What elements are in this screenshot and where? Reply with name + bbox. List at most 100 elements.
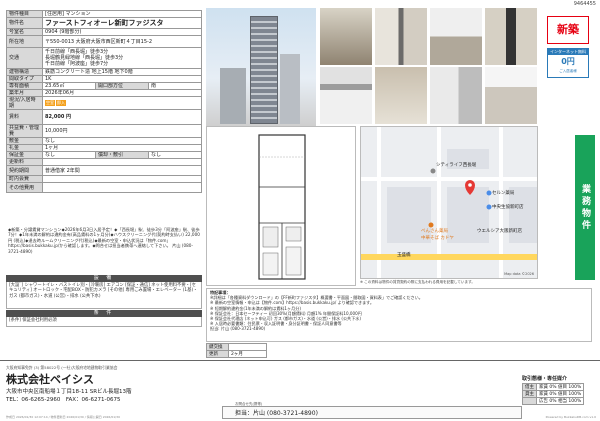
built-label: 築年月 bbox=[6, 89, 43, 97]
map-label: ウエルシア大阪新町店 bbox=[477, 229, 522, 234]
toilet-photo[interactable] bbox=[485, 67, 537, 124]
traffic-label: 交通 bbox=[6, 47, 43, 69]
contract-value: 普通借家 2年間 bbox=[42, 165, 202, 176]
washroom-photo[interactable] bbox=[485, 8, 537, 65]
small-fee-table: 鍵交換 更新 2ヶ月 bbox=[206, 343, 267, 358]
contact-value: 担当：片山 (080-3721-4890) bbox=[235, 410, 318, 417]
company-phone: TEL：06-6265-2960 FAX：06-6271-0675 bbox=[6, 397, 121, 403]
amortize-value: なし bbox=[148, 151, 202, 159]
map-label: 中華そば カドヤ bbox=[421, 236, 454, 241]
guarantee-value: なし bbox=[42, 151, 96, 159]
sm-key: 鍵交換 bbox=[206, 343, 229, 351]
town-fee-label: 町内会費 bbox=[6, 175, 43, 183]
guarantee-label: 保証金 bbox=[6, 151, 43, 159]
fee-party: 借主 bbox=[522, 383, 537, 391]
map-label: 玉盛橋 bbox=[397, 253, 411, 258]
status-label: 現況/入居時期 bbox=[6, 96, 43, 110]
type-value: [住居用] マンション bbox=[42, 10, 202, 18]
room-value: 0904 (9階部分) bbox=[42, 28, 202, 36]
sm-value: 2ヶ月 bbox=[228, 350, 267, 358]
internet-free-badge: インターネット無料 0円 ご入居者様 bbox=[547, 48, 589, 78]
property-name: ファーストフィオーレ新町ファジスタ bbox=[42, 17, 202, 29]
fee-party: 貸主 bbox=[522, 390, 537, 398]
company-name: 株式会社ベイシス bbox=[6, 373, 94, 386]
footer-powered-by: Powered by BukkakuDB.com v1.0 bbox=[545, 415, 596, 419]
neighbor-building bbox=[280, 54, 300, 124]
type-label: 物件種目 bbox=[6, 10, 43, 18]
internet-badge-price: 0円 bbox=[561, 57, 575, 66]
fee-label: 共益費・管理費 bbox=[6, 124, 43, 138]
contract-label: 契約期間 bbox=[6, 165, 43, 176]
layout-value: 1K bbox=[42, 75, 202, 83]
built-value: 2026年06月 bbox=[42, 89, 202, 97]
map-copyright: Map data ©2026 bbox=[504, 272, 534, 276]
entrance-photo[interactable] bbox=[375, 8, 427, 65]
deposit-label: 敷金 bbox=[6, 137, 43, 145]
structure-label: 建物構造 bbox=[6, 68, 43, 76]
map-label: べんさん薬局 bbox=[421, 229, 448, 234]
status-badge: 即入 bbox=[56, 100, 66, 106]
town-fee-value bbox=[42, 175, 202, 183]
fee-party bbox=[522, 397, 537, 405]
special-notes: 特記事項： ※詳細は「各種資料ダウンロード」の【FF新町ファジスタ】概要書・平面… bbox=[206, 288, 592, 342]
room-label: 号室名 bbox=[6, 28, 43, 36]
map-label: シティライフ西長堀 bbox=[436, 163, 477, 168]
traffic-value: 千日前線「西長堀」徒歩3分 長堀鶴見緑地線「西長堀」徒歩3分 千日前線「阿波座」徒歩… bbox=[42, 47, 202, 69]
layout-label: 間取タイプ bbox=[6, 75, 43, 83]
conditions-text: [条件] 保証会社利用必須 bbox=[6, 317, 202, 327]
floor-plan[interactable] bbox=[206, 126, 356, 286]
equipment-header: 設 備 bbox=[6, 275, 202, 282]
exterior-photo[interactable] bbox=[206, 8, 316, 126]
fee-rate: 家賃 0% 値目 100% bbox=[535, 383, 585, 391]
map-label: セルン薬局 bbox=[492, 191, 515, 196]
map-drawing bbox=[361, 127, 537, 278]
key-money-label: 礼金 bbox=[6, 144, 43, 152]
rent-value: 82,000 円 bbox=[42, 109, 202, 125]
interior-photo[interactable] bbox=[320, 8, 372, 65]
sm-value bbox=[228, 343, 267, 351]
property-table: 物件種目 [住居用] マンション 物件名 ファーストフィオーレ新町ファジスタ 号室名… bbox=[6, 10, 202, 193]
conditions-header: 条 件 bbox=[6, 310, 202, 317]
main-building bbox=[250, 16, 278, 124]
area-label: 専有面積 bbox=[6, 82, 43, 90]
fee-title: 取引態様・専任媒介 bbox=[522, 376, 568, 382]
amortize-label: 償却・敷引 bbox=[95, 151, 149, 159]
status-value: 空室 即入 bbox=[42, 96, 202, 110]
neighbor-building bbox=[220, 68, 246, 124]
window-value: 南 bbox=[148, 82, 202, 90]
room-photo[interactable] bbox=[430, 8, 482, 65]
contact-label: お問合せ先(携帯) bbox=[235, 402, 263, 406]
location-map[interactable]: シティライフ西長堀 セルン薬局 中央生協新町店 べんさん薬局 中華そば カドヤ … bbox=[360, 126, 538, 279]
commission-table: 借主 家賃 0% 値目 100% 貸主 家賃 0% 値目 100% 広告 0% 相当… bbox=[522, 383, 585, 405]
contact-box: お問合せ先(携帯) 担当：片山 (080-3721-4890) bbox=[222, 402, 522, 419]
structure-value: 鉄筋コンクリート造 地上15階 地下0階 bbox=[42, 68, 202, 76]
renew-label: 更新料 bbox=[6, 158, 43, 166]
kitchen-photo[interactable] bbox=[320, 67, 372, 124]
sm-key: 更新 bbox=[206, 350, 229, 358]
name-label: 物件名 bbox=[6, 17, 43, 29]
deposit-value: なし bbox=[42, 137, 202, 145]
map-note: ※ この資料は物件の賃貸契約の際に支払われる費用を記載しています。 bbox=[360, 280, 475, 284]
rent-label: 賃料 bbox=[6, 109, 43, 125]
business-property-tag: 業務物件 bbox=[575, 135, 595, 280]
fee-value: 10,000円 bbox=[42, 124, 202, 138]
footer-timestamp: 作成日 2026/01/30 12:07:14 / 物件更新日 2026/01/… bbox=[6, 415, 120, 419]
location-label: 所在地 bbox=[6, 35, 43, 48]
other-fee-value bbox=[42, 182, 202, 193]
footer-divider bbox=[0, 360, 600, 361]
renew-value bbox=[42, 158, 202, 166]
area-value: 23.65㎡ bbox=[42, 82, 96, 90]
location-value: 〒550-0013 大阪府大阪市西区新町４丁目15-2 bbox=[42, 35, 202, 48]
bath-photo[interactable] bbox=[430, 67, 482, 124]
new-construction-badge: 新築 bbox=[547, 16, 589, 44]
storage-photo[interactable] bbox=[375, 67, 427, 124]
key-money-value: 1ヶ月 bbox=[42, 144, 202, 152]
map-label: 中央生協新町店 bbox=[492, 205, 524, 210]
internet-badge-bottom: ご入居者様 bbox=[559, 69, 577, 73]
window-label: 開口部方位 bbox=[95, 82, 149, 90]
fee-rate: 家賃 0% 値目 100% bbox=[535, 390, 585, 398]
traffic-line: 千日前線「阿波座」徒歩7分 bbox=[45, 61, 109, 67]
fee-rate: 広告 0% 相当 100% bbox=[535, 397, 585, 405]
status-badge: 空室 bbox=[45, 100, 55, 106]
notes-line: 担当: 片山 (080-3721-4890) bbox=[210, 326, 266, 332]
